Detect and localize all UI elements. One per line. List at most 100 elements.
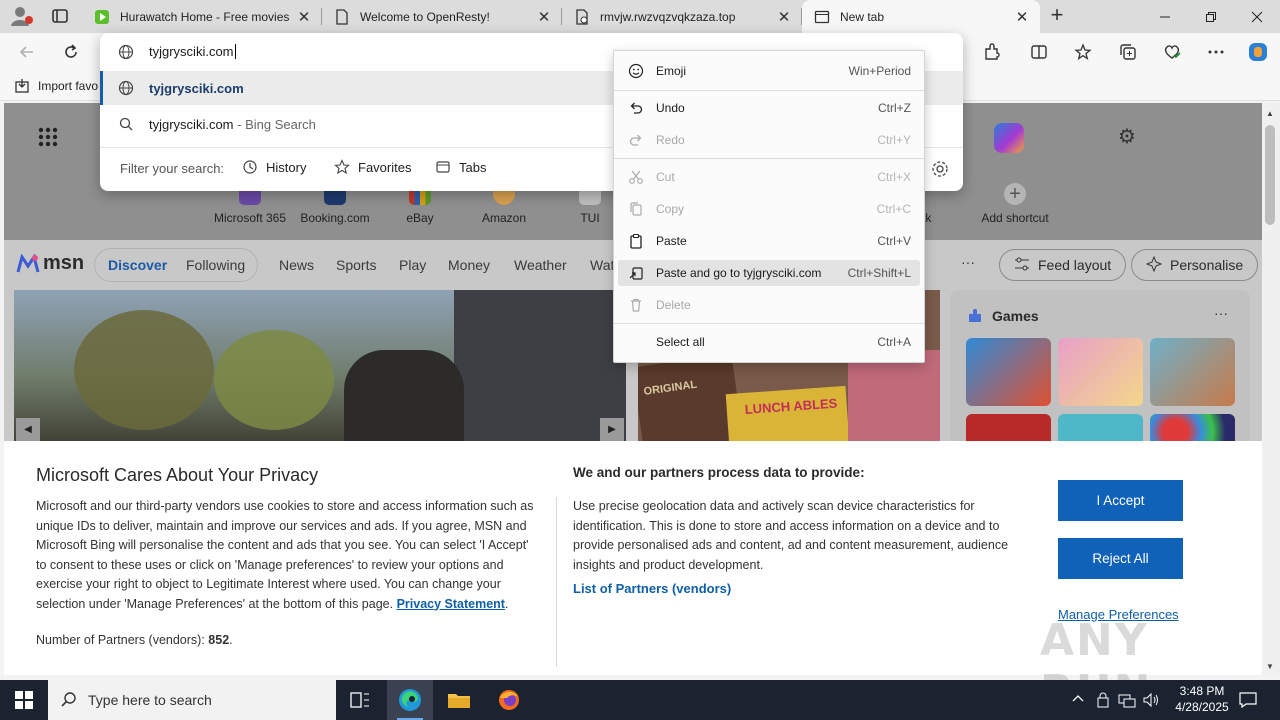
refresh-icon[interactable] <box>56 37 86 67</box>
hero-news-card[interactable]: ◀ ▶ <box>14 290 626 450</box>
privacy-body-text: Microsoft and our third-party vendors us… <box>36 499 534 611</box>
close-tab-icon[interactable]: ✕ <box>774 7 794 27</box>
tab-rmvjw[interactable]: rmvjw.rwzvqzvqkzaza.top ✕ <box>562 0 802 33</box>
menu-item-label: Paste and go to tyjgrysciki.com <box>656 266 822 280</box>
plus-icon: + <box>1004 183 1026 205</box>
privacy-statement-link[interactable]: Privacy Statement <box>397 597 505 611</box>
shortcut-label: Microsoft 365 <box>213 211 287 225</box>
menu-item-copy[interactable]: Copy Ctrl+C <box>618 196 920 222</box>
page-icon <box>334 8 350 25</box>
app-launcher-icon[interactable] <box>38 127 58 147</box>
copilot-icon[interactable] <box>1243 37 1273 67</box>
menu-item-select-all[interactable]: Select all Ctrl+A <box>618 329 920 355</box>
profile-avatar-icon[interactable] <box>10 5 34 27</box>
privacy-body: Microsoft and our third-party vendors us… <box>36 499 534 611</box>
scroll-thumb[interactable] <box>1265 125 1275 225</box>
msn-logo[interactable]: msn <box>16 252 84 275</box>
nav-news[interactable]: News <box>279 257 314 273</box>
nav-weather[interactable]: Weather <box>514 257 567 273</box>
accept-button[interactable]: I Accept <box>1058 480 1183 521</box>
collections-icon[interactable] <box>1113 37 1143 67</box>
star-icon <box>334 159 350 175</box>
settings-more-icon[interactable] <box>1201 37 1231 67</box>
shortcut-label: Booking.com <box>300 211 370 225</box>
games-more-button[interactable]: ··· <box>1214 305 1228 321</box>
tray-volume-icon[interactable] <box>1142 692 1160 711</box>
page-scrollbar[interactable]: ▲ ▼ <box>1262 103 1280 675</box>
game-tile[interactable] <box>1058 338 1143 406</box>
tray-network-lock-icon[interactable] <box>1096 692 1110 711</box>
address-input[interactable]: tyjgrysciki.com <box>149 44 236 59</box>
nav-following[interactable]: Following <box>186 257 245 273</box>
history-icon <box>243 160 257 174</box>
game-tile[interactable] <box>966 338 1051 406</box>
menu-item-delete[interactable]: Delete <box>618 292 920 318</box>
nav-more-button[interactable]: ··· <box>961 254 975 270</box>
carousel-prev-icon[interactable]: ◀ <box>16 418 40 442</box>
scroll-down-icon[interactable]: ▼ <box>1266 662 1274 671</box>
scroll-up-icon[interactable]: ▲ <box>1266 109 1274 118</box>
restore-icon[interactable] <box>1188 0 1234 33</box>
menu-item-label: Delete <box>656 298 691 312</box>
tray-chevron-icon[interactable] <box>1072 692 1084 707</box>
close-window-icon[interactable] <box>1234 0 1280 33</box>
card-image-pack <box>848 350 940 450</box>
windows-logo-icon <box>15 691 33 709</box>
menu-item-paste-and-go[interactable]: Paste and go to tyjgrysciki.com Ctrl+Shi… <box>618 260 920 286</box>
search-settings-gear-icon[interactable] <box>930 159 950 179</box>
firefox-icon[interactable] <box>486 680 532 720</box>
taskbar-search[interactable]: Type here to search <box>48 680 336 720</box>
task-view-icon[interactable] <box>337 680 383 720</box>
reject-all-button[interactable]: Reject All <box>1058 538 1183 579</box>
filter-favorites[interactable]: Favorites <box>334 159 411 175</box>
tab-actions-icon[interactable] <box>50 6 70 26</box>
nav-watch[interactable]: Wat <box>590 257 614 273</box>
menu-item-shortcut: Ctrl+X <box>877 170 911 184</box>
feed-layout-button[interactable]: Feed layout <box>999 249 1127 281</box>
personalise-button[interactable]: Personalise <box>1131 249 1259 281</box>
minimize-icon[interactable] <box>1142 0 1188 33</box>
start-button[interactable] <box>0 680 48 720</box>
tab-hurawatch[interactable]: Hurawatch Home - Free movies ✕ <box>82 0 322 33</box>
close-tab-icon[interactable]: ✕ <box>294 7 314 27</box>
edge-taskbar-icon[interactable] <box>387 680 433 720</box>
close-tab-icon[interactable]: ✕ <box>534 7 554 27</box>
page-settings-gear-icon[interactable]: ⚙ <box>1116 127 1138 149</box>
menu-item-undo[interactable]: Undo Ctrl+Z <box>618 95 920 121</box>
browser-essentials-icon[interactable] <box>1157 37 1187 67</box>
notifications-icon[interactable] <box>1228 680 1268 720</box>
nav-money[interactable]: Money <box>448 257 490 273</box>
filter-history[interactable]: History <box>242 159 306 175</box>
file-explorer-icon[interactable] <box>436 680 482 720</box>
nav-discover[interactable]: Discover <box>108 257 167 273</box>
close-tab-icon[interactable]: ✕ <box>1012 7 1032 27</box>
menu-item-redo[interactable]: Redo Ctrl+Y <box>618 127 920 153</box>
menu-item-shortcut: Ctrl+Shift+L <box>847 266 911 280</box>
new-tab-button[interactable]: + <box>1046 4 1068 27</box>
game-tile[interactable] <box>1150 338 1235 406</box>
split-screen-icon[interactable] <box>1024 37 1054 67</box>
list-of-partners-link[interactable]: List of Partners (vendors) <box>573 581 731 596</box>
menu-item-label: Paste <box>656 234 687 248</box>
menu-item-emoji[interactable]: Emoji Win+Period <box>618 58 920 84</box>
back-arrow-icon[interactable] <box>12 37 42 67</box>
menu-item-cut[interactable]: Cut Ctrl+X <box>618 164 920 190</box>
nav-play[interactable]: Play <box>399 257 426 273</box>
suggestion-main: tyjgrysciki.com <box>149 81 244 96</box>
favorites-star-icon[interactable] <box>1068 37 1098 67</box>
shortcut-label: eBay <box>406 211 434 225</box>
tray-network-icon[interactable] <box>1118 692 1136 711</box>
newtab-icon <box>814 9 830 25</box>
nav-sports[interactable]: Sports <box>336 257 376 273</box>
carousel-next-icon[interactable]: ▶ <box>600 418 624 442</box>
import-favorites-item[interactable]: Import favo <box>14 78 98 94</box>
menu-item-paste[interactable]: Paste Ctrl+V <box>618 228 920 254</box>
extensions-icon[interactable] <box>976 37 1006 67</box>
tab-openresty[interactable]: Welcome to OpenResty! ✕ <box>322 0 562 33</box>
add-shortcut-button[interactable]: + Add shortcut <box>975 183 1055 225</box>
globe-icon <box>118 80 134 96</box>
tab-new-tab[interactable]: New tab ✕ <box>802 0 1040 33</box>
copilot-logo-icon[interactable] <box>994 123 1024 153</box>
filter-tabs[interactable]: Tabs <box>435 159 486 175</box>
data-purposes-body: Use precise geolocation data and activel… <box>573 499 1009 572</box>
